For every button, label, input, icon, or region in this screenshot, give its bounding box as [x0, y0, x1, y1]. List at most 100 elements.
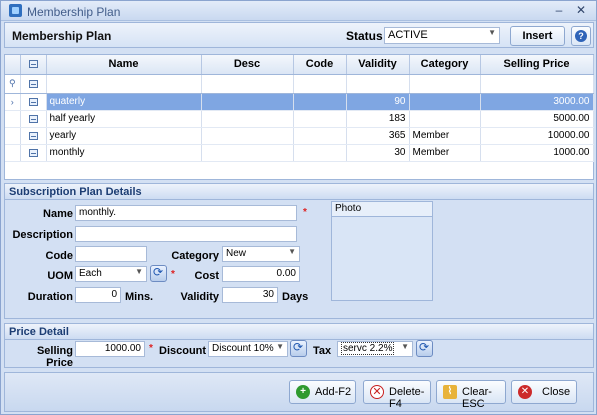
- discount-value: Discount 10%: [212, 343, 274, 354]
- table-row[interactable]: monthly 30 Member 1000.00: [5, 144, 594, 162]
- clear-label: Clear-ESC: [462, 386, 492, 410]
- category-value: New: [226, 248, 247, 259]
- chevron-down-icon: ▼: [488, 28, 496, 37]
- filter-price[interactable]: [480, 74, 594, 94]
- photo-label: Photo: [332, 202, 432, 217]
- cell-validity[interactable]: 183: [346, 110, 410, 128]
- title-bar: Membership Plan – ✕: [1, 1, 596, 21]
- filter-category[interactable]: [409, 74, 481, 94]
- tax-value: servc 2.2%: [341, 342, 395, 355]
- duration-label: Duration: [27, 291, 73, 303]
- column-header-validity[interactable]: Validity: [346, 55, 410, 75]
- tax-label: Tax: [313, 345, 332, 357]
- cell-desc[interactable]: [201, 127, 294, 145]
- tax-refresh-icon[interactable]: [416, 340, 433, 357]
- row-icon: [28, 98, 38, 107]
- status-label: Status: [346, 29, 383, 43]
- status-value: ACTIVE: [388, 29, 428, 41]
- help-icon: ?: [575, 30, 587, 42]
- cell-name[interactable]: monthly: [46, 144, 202, 162]
- discount-refresh-icon[interactable]: [290, 340, 307, 357]
- selling-price-label: Selling Price: [36, 345, 73, 369]
- cell-name[interactable]: yearly: [46, 127, 202, 145]
- status-select[interactable]: ACTIVE ▼: [384, 27, 500, 44]
- delete-button[interactable]: ✕ Delete-F4: [363, 380, 431, 410]
- header-indicator: [5, 55, 21, 75]
- filter-icon: ⚲: [5, 74, 21, 94]
- chevron-down-icon: ▼: [135, 267, 143, 276]
- cell-category[interactable]: Member: [409, 144, 481, 162]
- description-field[interactable]: [75, 226, 297, 242]
- column-header-name[interactable]: Name: [46, 55, 202, 75]
- table-row[interactable]: › quaterly 90 3000.00: [5, 93, 594, 111]
- cell-code[interactable]: [293, 110, 347, 128]
- table-icon: [28, 60, 38, 69]
- add-button[interactable]: + Add-F2: [289, 380, 356, 404]
- cell-price[interactable]: 1000.00: [480, 144, 594, 162]
- cell-code[interactable]: [293, 127, 347, 145]
- filter-row[interactable]: ⚲: [5, 74, 594, 94]
- close-icon: ✕: [518, 385, 532, 399]
- cell-category[interactable]: Member: [409, 127, 481, 145]
- photo-panel[interactable]: Photo: [331, 201, 433, 301]
- help-button[interactable]: ?: [571, 26, 591, 46]
- filter-desc[interactable]: [201, 74, 294, 94]
- filter-code[interactable]: [293, 74, 347, 94]
- header-panel: Membership Plan Status ACTIVE ▼ Insert ?: [4, 22, 594, 48]
- uom-label: UOM: [47, 270, 73, 282]
- column-header-desc[interactable]: Desc: [201, 55, 294, 75]
- validity-unit: Days: [282, 291, 309, 303]
- app-icon: [9, 4, 22, 17]
- cell-category[interactable]: [409, 110, 481, 128]
- filter-validity[interactable]: [346, 74, 410, 94]
- cell-desc[interactable]: [201, 144, 294, 162]
- discount-label: Discount: [159, 345, 207, 357]
- cell-name[interactable]: quaterly: [46, 93, 202, 111]
- table-row[interactable]: half yearly 183 5000.00: [5, 110, 594, 128]
- cell-category[interactable]: [409, 93, 481, 111]
- duration-field[interactable]: 0: [75, 287, 121, 303]
- required-mark: *: [303, 207, 307, 218]
- close-button[interactable]: ✕ Close: [511, 380, 577, 404]
- cost-field[interactable]: 0.00: [222, 266, 300, 282]
- cell-validity[interactable]: 30: [346, 144, 410, 162]
- name-field[interactable]: monthly.: [75, 205, 297, 221]
- close-window-button[interactable]: ✕: [573, 3, 589, 17]
- column-header-code[interactable]: Code: [293, 55, 347, 75]
- row-icon: [28, 132, 38, 141]
- validity-field[interactable]: 30: [222, 287, 278, 303]
- close-label: Close: [542, 386, 571, 398]
- selected-row-indicator-icon: ›: [5, 93, 21, 111]
- minimize-button[interactable]: –: [551, 3, 567, 17]
- column-header-selling-price[interactable]: Selling Price: [480, 55, 594, 75]
- chevron-down-icon: ▼: [288, 247, 296, 256]
- name-label: Name: [43, 208, 73, 220]
- selling-price-field[interactable]: 1000.00: [75, 341, 145, 357]
- cell-name[interactable]: half yearly: [46, 110, 202, 128]
- clear-button[interactable]: ⌇ Clear-ESC: [436, 380, 506, 410]
- footer-toolbar: + Add-F2 ✕ Delete-F4 ⌇ Clear-ESC ✕ Close: [4, 372, 594, 412]
- uom-value: Each: [79, 268, 102, 279]
- cell-code[interactable]: [293, 93, 347, 111]
- required-mark: *: [149, 343, 153, 354]
- cell-price[interactable]: 3000.00: [480, 93, 594, 111]
- uom-select[interactable]: Each ▼: [75, 266, 147, 282]
- discount-select[interactable]: Discount 10% ▼: [208, 341, 288, 357]
- column-header-category[interactable]: Category: [409, 55, 481, 75]
- section-heading: Subscription Plan Details: [5, 184, 593, 200]
- insert-button[interactable]: Insert: [510, 26, 565, 46]
- code-field[interactable]: [75, 246, 147, 262]
- category-label: Category: [171, 250, 219, 262]
- cell-price[interactable]: 10000.00: [480, 127, 594, 145]
- cell-desc[interactable]: [201, 93, 294, 111]
- filter-name[interactable]: [46, 74, 202, 94]
- duration-unit: Mins.: [125, 291, 154, 303]
- tax-select[interactable]: servc 2.2% ▼: [337, 341, 413, 357]
- table-row[interactable]: yearly 365 Member 10000.00: [5, 127, 594, 145]
- cell-desc[interactable]: [201, 110, 294, 128]
- cell-code[interactable]: [293, 144, 347, 162]
- cell-validity[interactable]: 365: [346, 127, 410, 145]
- cell-validity[interactable]: 90: [346, 93, 410, 111]
- category-select[interactable]: New ▼: [222, 246, 300, 262]
- cell-price[interactable]: 5000.00: [480, 110, 594, 128]
